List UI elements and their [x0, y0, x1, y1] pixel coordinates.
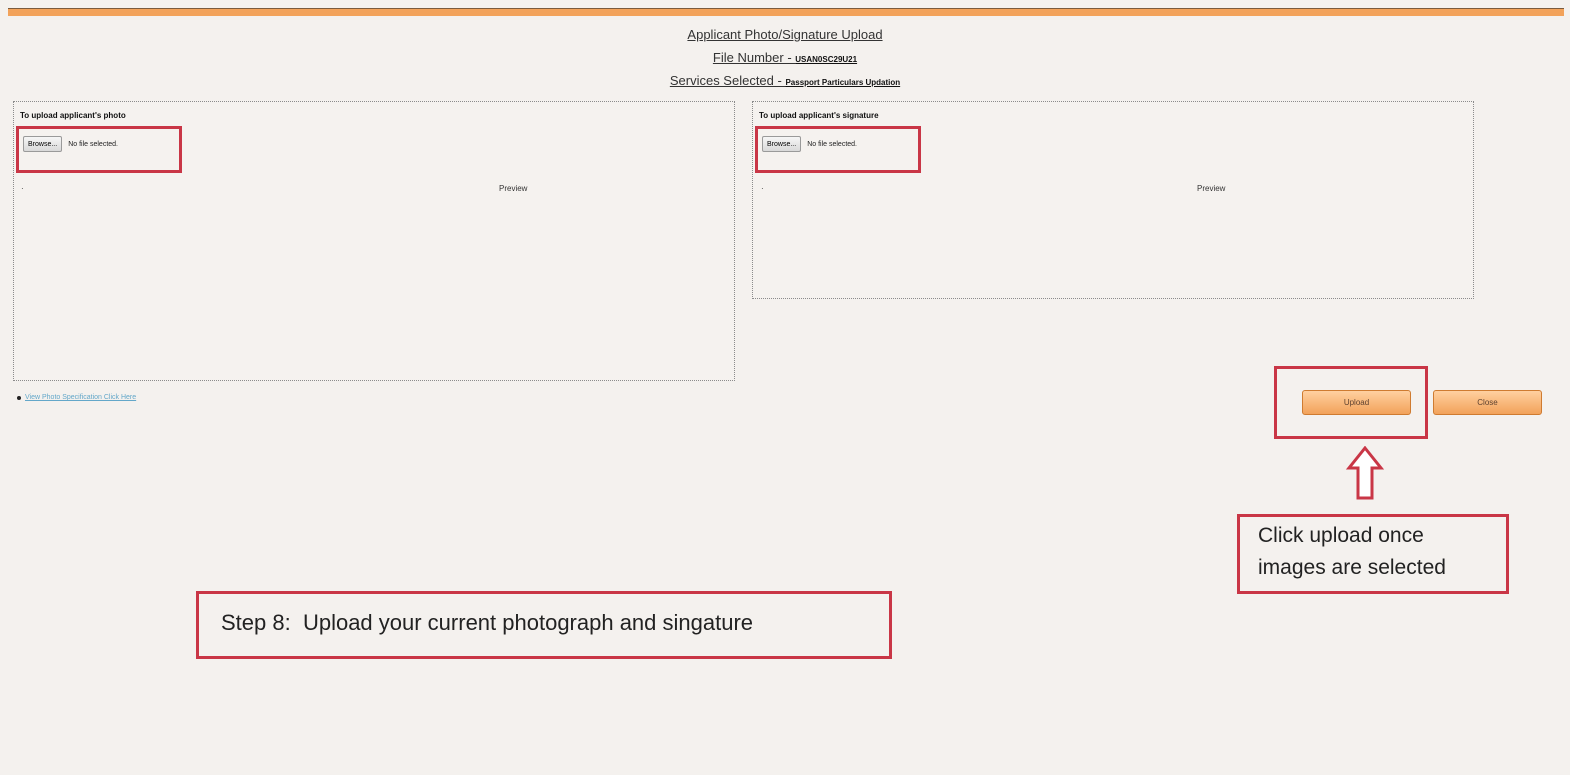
signature-preview-label: Preview	[1197, 184, 1226, 193]
top-accent-bar	[8, 8, 1564, 16]
page-title: Applicant Photo/Signature Upload	[687, 27, 883, 42]
photo-specification-link[interactable]: View Photo Specification Click Here	[17, 394, 136, 401]
signature-panel-title: To upload applicant's signature	[759, 111, 879, 120]
photo-panel-title: To upload applicant's photo	[20, 111, 126, 120]
services-selected-line: Services Selected - Passport Particulars…	[669, 73, 901, 88]
close-button[interactable]: Close	[1433, 390, 1542, 415]
up-arrow-icon	[1345, 446, 1385, 500]
step-instruction-callout: Step 8: Upload your current photograph a…	[196, 591, 892, 659]
signature-preview-image: ·	[761, 184, 764, 193]
step-instruction-text: Step 8: Upload your current photograph a…	[221, 610, 754, 635]
photo-preview-image: ·	[21, 184, 24, 193]
signature-input-highlight	[755, 126, 921, 173]
file-number-line: File Number - USAN0SC29U21	[712, 50, 858, 65]
bullet-icon	[17, 395, 21, 400]
upload-hint-callout: Click upload once images are selected	[1237, 514, 1509, 594]
upload-button[interactable]: Upload	[1302, 390, 1411, 415]
file-number-value: USAN0SC29U21	[795, 55, 858, 64]
photo-preview-label: Preview	[499, 184, 528, 193]
upload-hint-text: Click upload once images are selected	[1258, 524, 1446, 579]
photo-input-highlight	[16, 126, 182, 173]
services-selected-value: Passport Particulars Updation	[785, 78, 901, 87]
